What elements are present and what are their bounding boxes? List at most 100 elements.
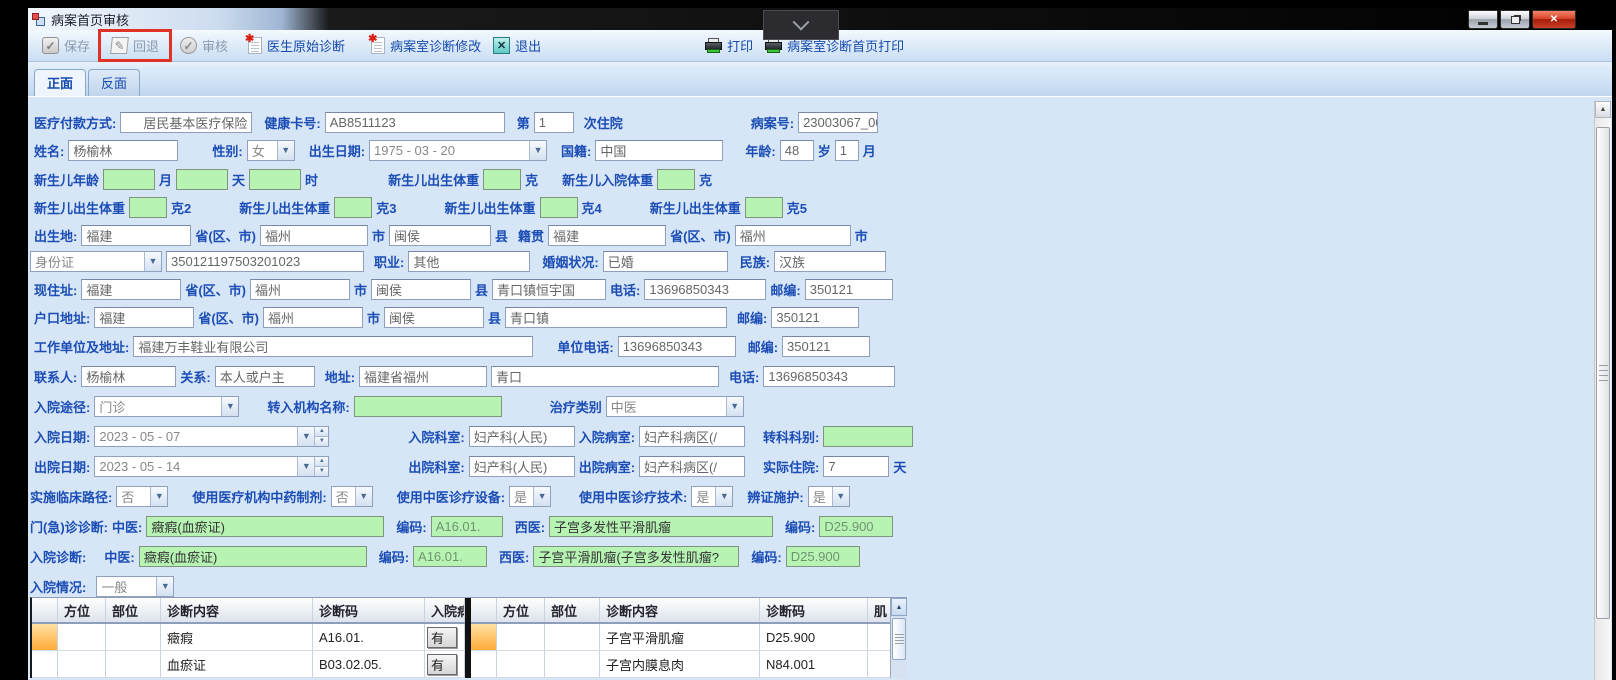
tcm-technique-combo[interactable]: 是 ▼ — [691, 485, 734, 507]
age-months-input[interactable]: 1 — [834, 139, 859, 161]
newborn-weight4-input[interactable] — [539, 196, 578, 218]
column-header[interactable]: 肌 — [868, 598, 890, 622]
contact-address2-input[interactable]: 青口 — [491, 365, 720, 387]
admission-condition-combo[interactable]: 一般 ▼ — [96, 575, 175, 597]
column-header[interactable]: 入院病 — [425, 598, 465, 622]
current-county-input[interactable]: 闽侯 — [371, 278, 472, 300]
health-card-input[interactable]: AB8511123 — [324, 111, 505, 133]
contact-relation-input[interactable]: 本人或户主 — [214, 365, 315, 387]
outpatient-western-diagnosis-input[interactable]: 子宫多发性平滑肌瘤 — [549, 515, 774, 537]
name-input[interactable]: 杨榆林 — [68, 139, 179, 161]
table-row[interactable]: 子宫内膜息肉 N84.001 — [471, 651, 890, 678]
household-province-input[interactable]: 福建 — [94, 306, 195, 328]
admission-date-picker[interactable]: 2023 - 05 - 07 ▼ ▲ ▼ — [94, 425, 330, 447]
doctor-original-diagnosis-button[interactable]: ✱ 医生原始诊断 — [242, 33, 351, 58]
newborn-weight2-input[interactable] — [129, 196, 168, 218]
discharge-date-picker[interactable]: 2023 - 05 - 14 ▼ ▲ ▼ — [94, 455, 330, 477]
newborn-birth-weight-input[interactable] — [483, 168, 522, 190]
current-city-input[interactable]: 福州 — [250, 278, 351, 300]
date-spinner[interactable]: ▲ ▼ — [314, 426, 329, 446]
save-button[interactable]: ✓ 保存 — [36, 33, 96, 58]
age-years-input[interactable]: 48 — [779, 139, 814, 161]
newborn-age-day-input[interactable] — [176, 168, 229, 190]
native-city-input[interactable]: 福州 — [734, 224, 851, 246]
main-scrollbar-thumb[interactable] — [1596, 127, 1610, 619]
contact-address1-input[interactable]: 福建省福州 — [359, 365, 488, 387]
column-header[interactable]: 诊断内容 — [161, 598, 313, 622]
restore-button[interactable] — [1500, 10, 1530, 29]
current-phone-input[interactable]: 13696850343 — [644, 278, 767, 300]
outpatient-tcm-code-input[interactable]: A16.01. — [430, 515, 503, 537]
grid-vertical-scrollbar[interactable]: ▲ — [890, 598, 907, 678]
row-selector[interactable] — [471, 651, 497, 677]
records-room-diagnosis-edit-button[interactable]: ✱ 病案室诊断修改 — [365, 33, 487, 58]
outpatient-tcm-diagnosis-input[interactable]: 癥瘕(血瘀证) — [146, 515, 385, 537]
id-type-combo[interactable]: 身份证 ▼ — [30, 250, 162, 272]
admission-condition-flag-button[interactable]: 有 — [427, 626, 457, 648]
column-header[interactable]: 方位 — [58, 598, 106, 622]
admission-dept-input[interactable]: 妇产科(人民) — [468, 425, 575, 447]
admission-western-code-input[interactable]: D25.900 — [785, 545, 860, 567]
herbal-preparation-combo[interactable]: 否 ▼ — [330, 485, 373, 507]
column-header[interactable]: 部位 — [545, 598, 600, 622]
row-selector[interactable] — [32, 624, 58, 650]
admission-path-combo[interactable]: 门诊 ▼ — [94, 395, 240, 417]
household-detail-input[interactable]: 青口镇 — [505, 306, 728, 328]
id-number-input[interactable]: 350121197503201023 — [166, 250, 364, 272]
occupation-input[interactable]: 其他 — [408, 250, 531, 272]
undo-button[interactable]: ✎ 回退 — [105, 33, 165, 58]
payment-method-input[interactable]: 居民基本医疗保险 — [120, 111, 253, 133]
main-vertical-scrollbar[interactable]: ▲ — [1594, 101, 1611, 680]
admission-ward-input[interactable]: 妇产科病区(/ — [639, 425, 746, 447]
actual-stay-input[interactable]: 7 — [823, 455, 890, 477]
tcm-equipment-combo[interactable]: 是 ▼ — [509, 485, 552, 507]
row-selector[interactable] — [471, 624, 497, 650]
household-city-input[interactable]: 福州 — [263, 306, 364, 328]
work-unit-input[interactable]: 福建万丰鞋业有限公司 — [133, 335, 534, 357]
newborn-age-month-input[interactable] — [103, 168, 156, 190]
column-header[interactable]: 部位 — [106, 598, 161, 622]
row-selector[interactable] — [32, 651, 58, 677]
print-button[interactable]: 打印 — [699, 33, 759, 58]
newborn-admission-weight-input[interactable] — [657, 168, 696, 190]
birthplace-city-input[interactable]: 福州 — [260, 224, 369, 246]
record-no-input[interactable]: 23003067_001 — [798, 111, 879, 133]
newborn-weight5-input[interactable] — [744, 196, 783, 218]
overlay-chevron-button[interactable] — [763, 10, 839, 40]
minimize-button[interactable] — [1468, 10, 1498, 29]
work-phone-input[interactable]: 13696850343 — [617, 335, 736, 357]
work-postcode-input[interactable]: 350121 — [782, 335, 871, 357]
discharge-ward-input[interactable]: 妇产科病区(/ — [639, 455, 746, 477]
table-row[interactable]: 癥瘕 A16.01. 有 — [32, 624, 465, 651]
syndrome-nursing-combo[interactable]: 是 ▼ — [807, 485, 850, 507]
native-province-input[interactable]: 福建 — [548, 224, 667, 246]
newborn-age-hour-input[interactable] — [249, 168, 302, 190]
tab-front[interactable]: 正面 — [34, 69, 87, 96]
birthplace-county-input[interactable]: 闽侯 — [389, 224, 492, 246]
scroll-up-icon[interactable]: ▲ — [891, 598, 907, 616]
contact-phone-input[interactable]: 13696850343 — [763, 365, 896, 387]
current-province-input[interactable]: 福建 — [81, 278, 182, 300]
household-county-input[interactable]: 闽侯 — [384, 306, 485, 328]
close-button[interactable]: ✕ — [1532, 10, 1576, 29]
household-postcode-input[interactable]: 350121 — [771, 306, 860, 328]
table-row[interactable]: 子宫平滑肌瘤 D25.900 — [471, 624, 890, 651]
tab-back[interactable]: 反面 — [88, 69, 141, 96]
gender-combo[interactable]: 女 ▼ — [246, 139, 295, 161]
admission-western-diagnosis-input[interactable]: 子宫平滑肌瘤(子宫多发性肌瘤? — [533, 545, 740, 567]
nationality-input[interactable]: 中国 — [595, 139, 724, 161]
date-spinner[interactable]: ▲ ▼ — [314, 456, 329, 476]
transfer-org-input[interactable] — [353, 395, 502, 417]
scroll-up-icon[interactable]: ▲ — [1595, 101, 1611, 118]
discharge-dept-input[interactable]: 妇产科(人民) — [468, 455, 575, 477]
admission-count-input[interactable]: 1 — [533, 111, 574, 133]
admission-tcm-code-input[interactable]: A16.01. — [413, 545, 488, 567]
outpatient-western-code-input[interactable]: D25.900 — [819, 515, 894, 537]
contact-name-input[interactable]: 杨榆林 — [81, 365, 177, 387]
treatment-category-combo[interactable]: 中医 ▼ — [605, 395, 744, 417]
table-row[interactable]: 血瘀证 B03.02.05. 有 — [32, 651, 465, 678]
audit-button[interactable]: ✓ 审核 — [174, 33, 234, 58]
grid-scrollbar-thumb[interactable] — [892, 618, 906, 660]
column-header[interactable]: 诊断内容 — [600, 598, 760, 622]
transfer-dept-input[interactable] — [823, 425, 914, 447]
